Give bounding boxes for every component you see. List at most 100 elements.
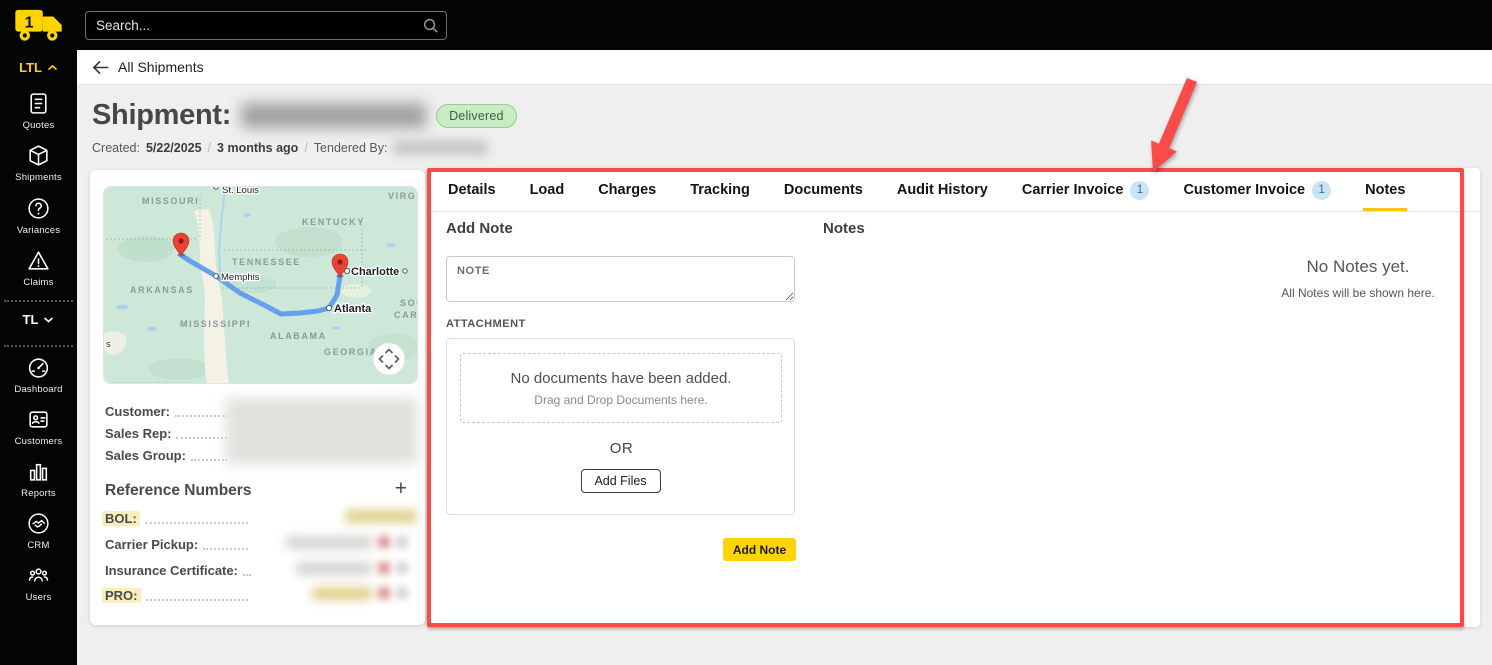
reference-row-insurance-certificate: Insurance Certificate: (105, 560, 251, 578)
search-icon[interactable] (422, 17, 439, 34)
tab-load[interactable]: Load (528, 180, 567, 208)
page-title-text: Shipment: (92, 99, 232, 131)
created-label: Created: (92, 140, 140, 155)
redacted-shipment-number (241, 103, 427, 128)
sidebar-item-variances[interactable]: Variances (0, 196, 77, 236)
tab-bar: Details Load Charges Tracking Documents … (446, 180, 1408, 211)
tab-customer-invoice[interactable]: Customer Invoice 1 (1181, 180, 1333, 208)
state-label: CAROL (394, 310, 418, 320)
tab-carrier-invoice[interactable]: Carrier Invoice 1 (1020, 180, 1152, 208)
city-label-charlotte: Charlotte (351, 266, 399, 278)
tab-tracking[interactable]: Tracking (688, 180, 752, 208)
dropzone-title: No documents have been added. (510, 369, 732, 387)
truck-logo-icon[interactable]: 1 (13, 7, 65, 43)
sidebar-item-quotes[interactable]: Quotes (0, 91, 77, 131)
tab-documents[interactable]: Documents (782, 180, 865, 208)
redacted-action-icon (396, 562, 408, 574)
search-input[interactable] (85, 11, 447, 40)
chevron-up-icon (47, 64, 57, 70)
field-sales-group: Sales Group: (105, 446, 227, 463)
add-note-title: Add Note (446, 220, 513, 237)
customers-icon (29, 411, 48, 428)
redacted-action-icon (396, 536, 408, 548)
tab-audit-history[interactable]: Audit History (895, 180, 990, 208)
tab-charges[interactable]: Charges (596, 180, 658, 208)
field-sales-rep: Sales Rep: (105, 424, 227, 441)
users-icon (28, 568, 49, 582)
redacted-tendered-by (393, 140, 489, 155)
sidebar-item-crm[interactable]: CRM (0, 511, 77, 551)
top-bar: 1 (0, 0, 1492, 50)
redacted-insurance-value (296, 562, 372, 575)
crm-icon (28, 513, 49, 534)
route-map[interactable]: MISSOURI KENTUCKY TENNESSEE ARKANSAS MIS… (103, 186, 418, 384)
document-dropzone[interactable]: No documents have been added. Drag and D… (460, 353, 782, 423)
sidebar-item-label: Variances (16, 225, 61, 236)
tab-notes[interactable]: Notes (1363, 180, 1408, 211)
created-relative: 3 months ago (217, 140, 299, 155)
breadcrumb: All Shipments (77, 50, 1492, 85)
sidebar-item-label: CRM (27, 540, 50, 551)
state-label: MISSISSIPPI (180, 319, 251, 329)
app-root: 1 LTL Quotes Shipments (0, 0, 1492, 665)
reference-numbers-title: Reference Numbers (105, 482, 252, 499)
sidebar-item-customers[interactable]: Customers (0, 407, 77, 447)
sidebar-item-shipments[interactable]: Shipments (0, 143, 77, 183)
redacted-action-icon (378, 562, 390, 574)
separator: / (304, 140, 308, 155)
back-arrow-icon[interactable] (92, 60, 109, 75)
shipment-meta: Created: 5/22/2025 / 3 months ago / Tend… (92, 140, 489, 155)
add-reference-button[interactable]: + (395, 478, 407, 499)
state-label: KENTUCKY (302, 217, 365, 227)
claims-icon (28, 251, 49, 270)
notes-empty-state: No Notes yet. All Notes will be shown he… (1228, 257, 1488, 300)
or-label: OR (609, 440, 634, 457)
customer-invoice-count-badge: 1 (1312, 181, 1332, 200)
attachment-card: No documents have been added. Drag and D… (446, 338, 795, 515)
sidebar-divider (4, 345, 73, 347)
tendered-by-label: Tendered By: (313, 140, 388, 155)
city-label-atlanta: Atlanta (334, 303, 372, 315)
tabs-divider (427, 211, 1480, 212)
reference-row-bol: BOL: (102, 508, 248, 526)
redacted-action-icon (396, 587, 408, 599)
add-note-button[interactable]: Add Note (723, 538, 796, 561)
sidebar-section-tl[interactable]: TL (0, 312, 77, 327)
shipment-detail-panel: Details Load Charges Tracking Documents … (427, 168, 1480, 627)
sidebar-item-label: Shipments (15, 172, 62, 183)
notes-empty-title: No Notes yet. (1306, 257, 1410, 276)
sidebar-item-claims[interactable]: Claims (0, 248, 77, 288)
map-label-fragment: s (106, 339, 111, 350)
sidebar-item-reports[interactable]: Reports (0, 459, 77, 499)
city-label-st-louis: St. Louis (222, 187, 259, 196)
ltl-label: LTL (19, 60, 42, 75)
breadcrumb-all-shipments[interactable]: All Shipments (118, 59, 204, 75)
sidebar: LTL Quotes Shipments Variances Claims TL… (0, 0, 77, 665)
reference-row-pro: PRO: (102, 585, 248, 603)
add-files-button[interactable]: Add Files (580, 469, 661, 493)
state-label: SOUT (400, 298, 418, 308)
sidebar-item-dashboard[interactable]: Dashboard (0, 355, 77, 395)
bol-label: BOL: (102, 511, 140, 526)
redacted-pro-value (312, 587, 372, 600)
sidebar-item-label: Claims (23, 277, 54, 288)
svg-text:1: 1 (25, 13, 34, 31)
state-label: ALABAMA (270, 331, 327, 341)
sidebar-item-users[interactable]: Users (0, 563, 77, 603)
carrier-invoice-count-badge: 1 (1130, 181, 1150, 200)
city-label-memphis: Memphis (221, 272, 260, 283)
sales-group-label: Sales Group: (105, 448, 186, 463)
dashboard-icon (28, 358, 49, 378)
attachment-label: ATTACHMENT (446, 318, 526, 330)
map-expand-button[interactable] (372, 342, 406, 376)
note-textarea[interactable] (446, 256, 795, 302)
tl-label: TL (22, 312, 39, 327)
tab-details[interactable]: Details (446, 180, 498, 208)
status-badge: Delivered (436, 103, 517, 128)
sidebar-section-ltl[interactable]: LTL (0, 60, 77, 75)
redacted-action-icon (378, 587, 390, 599)
insurance-certificate-label: Insurance Certificate: (105, 563, 238, 578)
reference-row-carrier-pickup: Carrier Pickup: (105, 534, 248, 552)
separator: / (207, 140, 212, 155)
sales-rep-label: Sales Rep: (105, 426, 172, 441)
